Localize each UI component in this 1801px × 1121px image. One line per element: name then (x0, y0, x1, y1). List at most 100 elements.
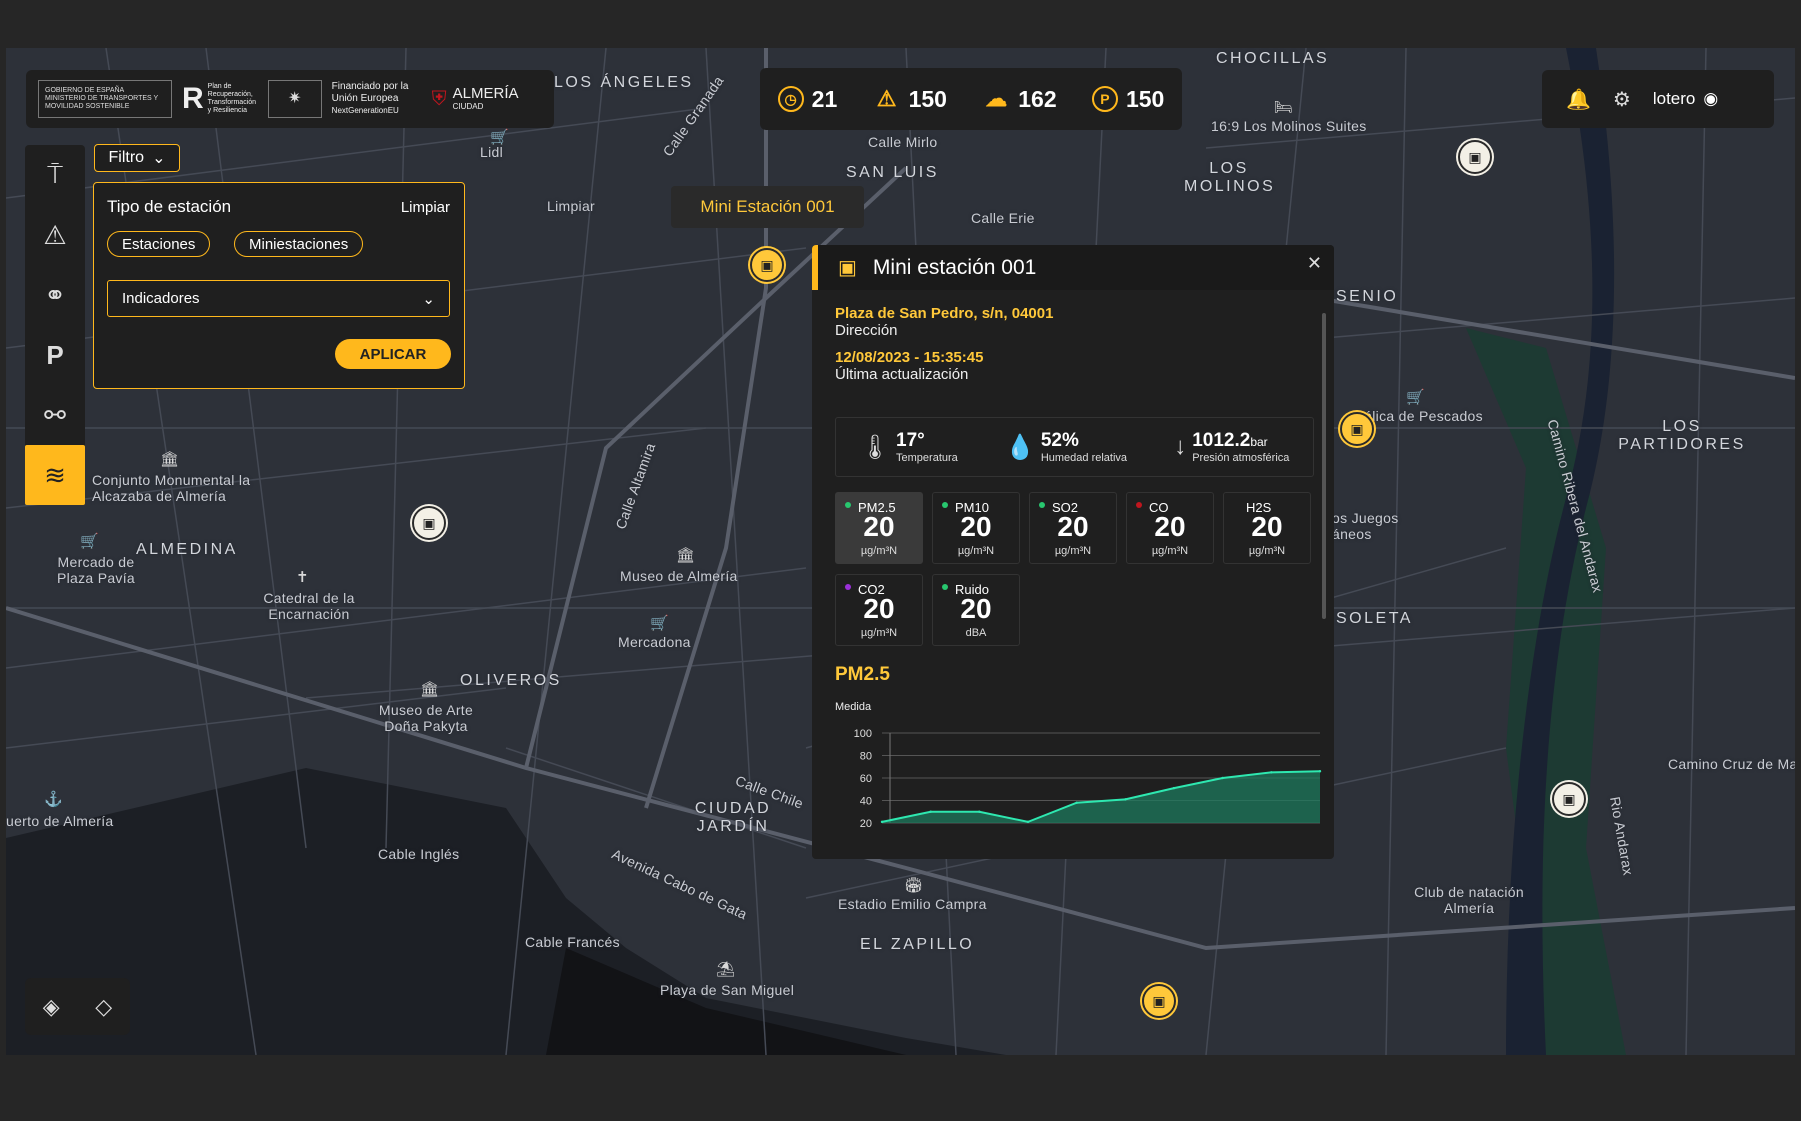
parking-icon: P (1091, 86, 1118, 112)
warning-icon[interactable]: ⚠ (25, 205, 85, 265)
warning-icon: ⚠ (876, 86, 897, 111)
indicator-tile-pm10[interactable]: PM10 20 µg/m³N (932, 492, 1020, 564)
map-label: Conjunto Monumental la Alcazaba de Almer… (92, 472, 251, 504)
indicator-tile-pm25[interactable]: PM2.5 20 µg/m³N (835, 492, 923, 564)
map-label: Playa de San Miguel (660, 982, 795, 998)
data-point (1318, 770, 1322, 773)
indicator-tile-co[interactable]: CO 20 µg/m³N (1126, 492, 1214, 564)
indicator-unit: µg/m³N (1054, 545, 1092, 557)
droplet-icon: 💧 (1004, 433, 1035, 461)
indicator-value: 20 (960, 593, 992, 624)
scrollbar[interactable] (1322, 313, 1326, 619)
data-point (978, 810, 981, 813)
map-label: CHOCILLAS (1216, 50, 1330, 67)
map-label: LOS ÁNGELES (554, 74, 694, 91)
eu-flag-icon: ✷ (267, 80, 322, 118)
chip-estaciones[interactable]: Estaciones (107, 231, 211, 257)
map-label: uerto de Almería (6, 813, 114, 829)
indicator-tile-h2s[interactable]: H2S 20 µg/m³N (1223, 492, 1311, 564)
station-marker[interactable]: ▣ (750, 248, 784, 282)
stat-alerts[interactable]: ⚠ 150 (873, 85, 947, 113)
status-dot (845, 584, 851, 590)
map-label: LOS MOLINOS (1184, 160, 1276, 195)
indicators-select[interactable]: Indicadores ⌄ (107, 280, 450, 317)
shopping-cart-icon: 🛒 (490, 129, 509, 146)
clear-button[interactable]: Limpiar (401, 199, 450, 216)
weather-summary: 🌡 17° Temperatura 💧 52% Humedad relativa ↓… (835, 417, 1314, 477)
wind-icon[interactable]: ≋ (25, 445, 85, 505)
bell-icon[interactable]: 🔔 (1566, 87, 1591, 112)
chart-title: PM2.5 (835, 664, 890, 685)
hotel-icon: 🛏 (1274, 99, 1294, 116)
monument-icon: 🏛 (160, 451, 180, 468)
stadium-icon: 🏟 (904, 877, 924, 894)
indicator-value: 20 (1251, 511, 1283, 542)
data-point (1172, 786, 1176, 790)
stat-so2[interactable]: ☁ 162 (982, 85, 1056, 113)
r-logo-icon: R (182, 82, 204, 115)
indicator-tile-so2[interactable]: SO2 20 µg/m³N (1029, 492, 1117, 564)
map-label: Museo de Arte Doña Pakyta (378, 702, 474, 734)
map-label: Calle Mirlo (868, 134, 938, 150)
cross-icon: ✝ (296, 569, 309, 586)
indicator-value: 20 (863, 593, 895, 624)
weather-temperature: 🌡 17° Temperatura (859, 430, 958, 464)
stat-speed[interactable]: ◷ 21 (777, 86, 837, 113)
status-dot (845, 502, 851, 508)
data-point (1124, 798, 1127, 801)
layers-control: ◈ ◇ (25, 978, 130, 1035)
museum-icon: 🏛 (676, 547, 696, 564)
parking-icon[interactable]: P (25, 325, 85, 385)
molecule-icon[interactable]: ⚭ (25, 265, 85, 325)
map-label: ALMEDINA (136, 541, 238, 558)
chevron-down-icon: ⌄ (152, 150, 166, 167)
left-toolbar: ⍑ ⚠ ⚭ P ⚯ ≋ (25, 145, 85, 505)
map-label: tálica de Pescados (1360, 408, 1483, 424)
station-marker[interactable]: ▣ (1340, 412, 1374, 446)
pm25-chart: 100 80 60 40 20 (854, 728, 1322, 830)
map-label: Camino Cruz de Ma (1668, 756, 1795, 772)
almeria-shield-icon: ⛨ (431, 88, 447, 110)
stat-parking[interactable]: P 150 (1091, 86, 1164, 113)
user-menu[interactable]: lotero ◉ (1653, 89, 1718, 109)
data-point (1026, 820, 1030, 824)
map-label: Cable Francés (525, 934, 620, 950)
data-point (929, 810, 932, 813)
shopping-cart-icon: 🛒 (80, 533, 99, 550)
filter-panel: Tipo de estación Limpiar Estaciones Mini… (93, 182, 465, 389)
status-dot (1136, 502, 1142, 508)
layers-icon[interactable]: ◈ (43, 994, 60, 1020)
station-tooltip: Mini Estación 001 (671, 186, 864, 228)
map-label: Club de natación Almería (1414, 884, 1524, 916)
indicator-unit: µg/m³N (1248, 545, 1286, 557)
indicator-unit: dBA (965, 627, 987, 639)
sponsor-logos: GOBIERNO DE ESPAÑA MINISTERIO DE TRANSPO… (26, 70, 554, 128)
station-marker[interactable]: ▣ (412, 506, 446, 540)
filter-button[interactable]: Filtro ⌄ (94, 144, 180, 172)
data-point (1075, 801, 1078, 804)
user-bar: 🔔 ⚙ lotero ◉ (1542, 70, 1774, 128)
station-address: Plaza de San Pedro, s/n, 04001 (835, 305, 1054, 322)
layers-stack-icon[interactable]: ◇ (95, 994, 112, 1020)
eu-funding-logo: Financiado por la Unión Europea NextGene… (331, 81, 409, 115)
chip-miniestaciones[interactable]: Miniestaciones (234, 231, 364, 257)
close-icon[interactable]: ✕ (1307, 253, 1322, 274)
map-label: SENIO (1336, 288, 1399, 305)
bike-icon[interactable]: ⚯ (25, 385, 85, 445)
indicator-value: 20 (960, 511, 992, 542)
station-marker[interactable]: ▣ (1458, 140, 1492, 174)
station-marker[interactable]: ▣ (1552, 782, 1586, 816)
datetime-label: Última actualización (835, 366, 969, 383)
station-header: ▣ Mini estación 001 (812, 245, 1334, 290)
indicator-tile-co2[interactable]: CO2 20 µg/m³N (835, 574, 923, 646)
gear-icon[interactable]: ⚙ (1613, 87, 1631, 112)
station-marker[interactable]: ▣ (1142, 984, 1176, 1018)
map-label: Estadio Emilio Campra (838, 896, 987, 912)
gobierno-logo: GOBIERNO DE ESPAÑA MINISTERIO DE TRANSPO… (38, 80, 172, 118)
traffic-light-icon[interactable]: ⍑ (25, 145, 85, 205)
apply-button[interactable]: APLICAR (335, 339, 451, 369)
filter-title: Tipo de estación (107, 197, 232, 216)
indicator-tile-ruido[interactable]: Ruido 20 dBA (932, 574, 1020, 646)
shopping-cart-icon: 🛒 (650, 615, 669, 632)
station-icon: ▣ (838, 257, 857, 279)
